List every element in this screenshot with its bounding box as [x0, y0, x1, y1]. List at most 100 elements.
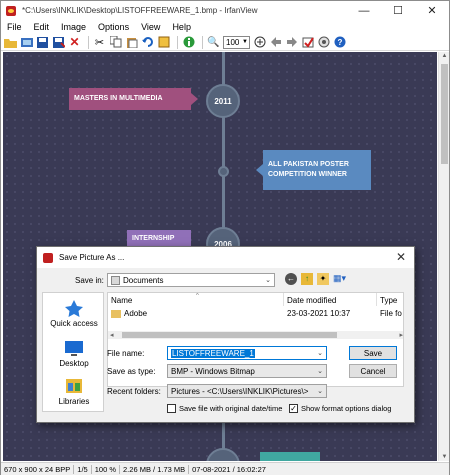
chevron-down-icon: ⌄ [265, 277, 271, 284]
save-as-icon[interactable] [52, 36, 65, 49]
scroll-left-icon[interactable]: ◂ [110, 331, 114, 339]
zoom-value: 100 [226, 37, 240, 47]
dialog-title-bar: Save Picture As ... ✕ [37, 247, 414, 268]
menu-view[interactable]: View [141, 22, 160, 32]
checkbox-label: Save file with original date/time [179, 404, 283, 413]
column-type[interactable]: Type [380, 293, 397, 305]
file-date: 23-03-2021 10:37 [287, 309, 351, 318]
place-quick-access[interactable]: Quick access [43, 299, 105, 328]
view-menu-icon[interactable]: ▦▾ [333, 273, 351, 285]
paint-icon[interactable] [301, 36, 314, 49]
open-folder-icon[interactable] [4, 36, 17, 49]
column-date[interactable]: Date modified [287, 293, 336, 305]
recent-value: Pictures - <C:\Users\INKLIK\Pictures\> [171, 386, 309, 396]
maximize-button[interactable]: ☐ [381, 1, 415, 20]
help-icon[interactable]: ? [333, 36, 346, 49]
back-icon[interactable]: ← [285, 273, 297, 285]
scroll-right-icon[interactable]: ▸ [399, 331, 403, 339]
close-button[interactable]: ✕ [415, 1, 449, 20]
place-desktop[interactable]: Desktop [43, 339, 105, 368]
libraries-icon [63, 377, 85, 395]
next-icon[interactable] [285, 36, 298, 49]
timeline-node-partial [206, 448, 240, 461]
previous-icon[interactable] [269, 36, 282, 49]
saveas-label: Save as type: [107, 367, 156, 376]
checkmark-icon: ✓ [289, 404, 298, 413]
filename-input[interactable]: LISTOFFREEWARE_1 ⌄ [167, 346, 327, 360]
saveas-select[interactable]: BMP - Windows Bitmap ⌄ [167, 364, 327, 378]
scroll-up-icon[interactable]: ▲ [441, 53, 448, 59]
status-zoom: 100 % [92, 464, 121, 474]
minimize-button[interactable]: — [347, 1, 381, 20]
irfanview-icon [6, 5, 16, 16]
checkbox-label: Show format options dialog [301, 404, 392, 413]
place-libraries[interactable]: Libraries [43, 377, 105, 406]
save-in-select[interactable]: Documents ⌄ [107, 273, 275, 287]
up-folder-icon[interactable]: ↑ [301, 273, 313, 285]
toolbar-separator [88, 35, 89, 49]
menu-help[interactable]: Help [172, 22, 191, 32]
chevron-down-icon: ▼ [242, 39, 248, 45]
menu-bar: File Edit Image Options View Help [1, 20, 449, 34]
column-separator [283, 293, 284, 306]
status-date: 07-08-2021 / 16:02:27 [192, 464, 266, 474]
slideshow-icon[interactable] [20, 36, 33, 49]
toolbar-separator [202, 35, 203, 49]
menu-edit[interactable]: Edit [34, 22, 50, 32]
undo-icon[interactable] [141, 36, 154, 49]
nav-buttons: ← ↑ ✦ ▦▾ [285, 273, 351, 285]
place-label: Desktop [59, 359, 89, 368]
zoom-icon[interactable]: 🔍 [207, 36, 220, 49]
delete-icon[interactable]: ✕ [68, 35, 81, 49]
scrollbar-thumb[interactable] [122, 332, 337, 338]
recent-label: Recent folders: [107, 387, 161, 396]
save-in-value: Documents [123, 275, 164, 285]
timeline-dot [218, 166, 229, 177]
recent-select[interactable]: Pictures - <C:\Users\INKLIK\Pictures\> ⌄ [167, 384, 327, 398]
card-masters: MASTERS IN MULTIMEDIA [69, 88, 191, 110]
horizontal-scrollbar[interactable]: ◂ ▸ [108, 331, 403, 339]
column-name[interactable]: Name [111, 293, 132, 305]
save-button[interactable]: Save [349, 346, 397, 360]
properties-icon[interactable] [157, 36, 170, 49]
file-type: File fo [380, 309, 402, 318]
save-icon[interactable] [36, 36, 49, 49]
menu-options[interactable]: Options [98, 22, 129, 32]
settings-icon[interactable] [317, 36, 330, 49]
svg-text:?: ? [337, 38, 342, 47]
filename-label: File name: [107, 349, 145, 358]
cancel-button[interactable]: Cancel [349, 364, 397, 378]
checkbox-box [167, 404, 176, 413]
list-item[interactable]: Adobe [111, 309, 147, 318]
saveas-value: BMP - Windows Bitmap [171, 366, 255, 376]
folder-icon [111, 309, 121, 318]
card-arrow [256, 164, 263, 176]
original-date-checkbox[interactable]: Save file with original date/time [167, 404, 282, 413]
paste-icon[interactable] [125, 36, 138, 49]
new-folder-icon[interactable]: ✦ [317, 273, 329, 285]
timeline-node-2011: 2011 [206, 84, 240, 118]
title-bar: *C:\Users\INKLIK\Desktop\LISTOFFREEWARE_… [1, 1, 449, 20]
cut-icon[interactable]: ✂ [93, 36, 106, 49]
menu-image[interactable]: Image [61, 22, 86, 32]
menu-file[interactable]: File [7, 22, 22, 32]
status-page: 1/5 [74, 464, 92, 474]
format-options-checkbox[interactable]: ✓ Show format options dialog [289, 404, 391, 413]
zoom-in-icon[interactable] [253, 36, 266, 49]
toolbar-separator [177, 35, 178, 49]
window-title: *C:\Users\INKLIK\Desktop\LISTOFFREEWARE_… [22, 6, 258, 15]
scrollbar-thumb[interactable] [441, 64, 448, 164]
documents-icon [111, 275, 120, 285]
copy-icon[interactable] [109, 36, 122, 49]
chevron-down-icon: ⌄ [317, 350, 323, 357]
close-icon[interactable]: ✕ [396, 250, 406, 264]
info-icon[interactable] [182, 36, 195, 49]
card-pakistan: ALL PAKISTAN POSTER COMPETITION WINNER [263, 150, 371, 190]
zoom-select[interactable]: 100 ▼ [223, 35, 250, 49]
file-name: Adobe [124, 309, 148, 318]
irfanview-window: *C:\Users\INKLIK\Desktop\LISTOFFREEWARE_… [0, 0, 450, 475]
status-bar: 670 x 900 x 24 BPP 1/5 100 % 2.26 MB / 1… [1, 462, 449, 475]
place-label: Quick access [50, 319, 98, 328]
scroll-down-icon[interactable]: ▼ [441, 454, 448, 460]
vertical-scrollbar[interactable]: ▲ ▼ [438, 52, 449, 461]
